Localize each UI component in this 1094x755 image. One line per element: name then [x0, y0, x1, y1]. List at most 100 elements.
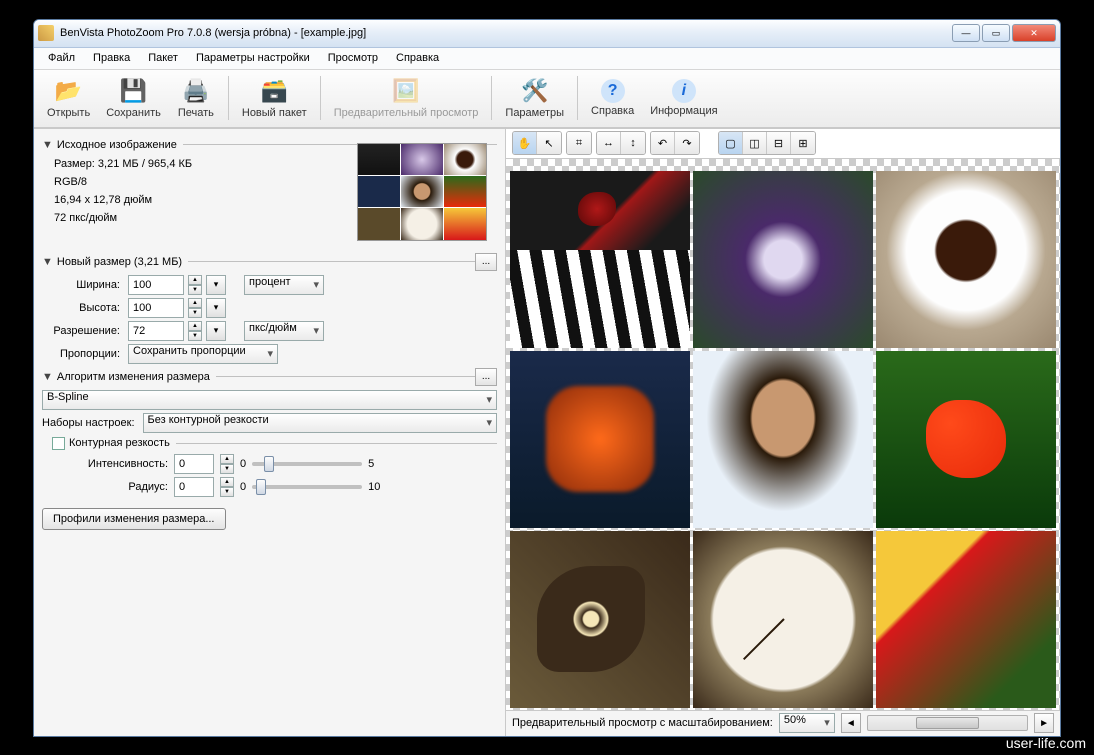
split-v-icon: ⊟ — [774, 137, 783, 150]
new-batch-button[interactable]: 🗃️ Новый пакет — [235, 72, 314, 124]
contour-label: Контурная резкость — [69, 437, 170, 449]
height-spinner[interactable]: ▲▼ — [188, 298, 202, 318]
intensity-spinner[interactable]: ▲▼ — [220, 454, 234, 474]
horizontal-scrollbar[interactable] — [867, 715, 1028, 731]
newsize-section-header[interactable]: ▼ Новый размер (3,21 МБ) ... — [42, 253, 497, 271]
radius-input[interactable] — [174, 477, 214, 497]
info-button[interactable]: i Информация — [643, 72, 724, 124]
radius-spinner[interactable]: ▲▼ — [220, 477, 234, 497]
batch-icon: 🗃️ — [260, 77, 288, 105]
contour-checkbox[interactable] — [52, 437, 65, 450]
rotate-ccw-button[interactable]: ↶ — [651, 132, 675, 154]
height-dropdown-button[interactable]: ▾ — [206, 298, 226, 318]
app-icon — [38, 25, 54, 41]
scroll-right-button[interactable]: ► — [1034, 713, 1054, 733]
content: ▼ Исходное изображение Размер: 3,21 МБ /… — [34, 128, 1060, 736]
unit-combo[interactable]: процент — [244, 275, 324, 295]
zoom-label: Предварительный просмотр с масштабирован… — [512, 717, 773, 729]
newsize-label: Новый размер (3,21 МБ) — [57, 256, 182, 268]
flip-h-icon: ↔ — [603, 137, 614, 149]
resolution-dropdown-button[interactable]: ▾ — [206, 321, 226, 341]
pointer-icon: ↖ — [544, 137, 553, 150]
menu-help[interactable]: Справка — [388, 50, 447, 66]
preview-image — [510, 171, 1056, 708]
algo-section-header[interactable]: ▼ Алгоритм изменения размера ... — [42, 368, 497, 386]
rotate-cw-button[interactable]: ↷ — [675, 132, 699, 154]
window-title: BenVista PhotoZoom Pro 7.0.8 (wersja pró… — [60, 27, 952, 39]
zoom-combo[interactable]: 50% — [779, 713, 835, 733]
right-panel: ✋ ↖ ⌗ ↔ ↕ ↶ ↷ ▢ ◫ ⊟ — [506, 129, 1060, 736]
watermark: user-life.com — [1006, 735, 1086, 751]
info-icon: i — [672, 79, 696, 103]
titlebar[interactable]: BenVista PhotoZoom Pro 7.0.8 (wersja pró… — [34, 20, 1060, 48]
resolution-spinner[interactable]: ▲▼ — [188, 321, 202, 341]
flip-v-icon: ↕ — [630, 137, 636, 149]
radius-label: Радиус: — [42, 481, 168, 493]
preview-cell — [693, 351, 873, 528]
algo-label: Алгоритм изменения размера — [57, 371, 210, 383]
menu-batch[interactable]: Пакет — [140, 50, 186, 66]
hand-tool[interactable]: ✋ — [513, 132, 537, 154]
resize-profiles-button[interactable]: Профили изменения размера... — [42, 508, 226, 530]
preview-area[interactable] — [506, 159, 1060, 710]
width-dropdown-button[interactable]: ▾ — [206, 275, 226, 295]
menubar: Файл Правка Пакет Параметры настройки Пр… — [34, 48, 1060, 70]
params-button[interactable]: 🛠️ Параметры — [498, 72, 571, 124]
save-button[interactable]: 💾 Сохранить — [99, 72, 168, 124]
source-thumbnail[interactable] — [357, 143, 487, 241]
intensity-input[interactable] — [174, 454, 214, 474]
toolbar-sep — [320, 76, 321, 120]
contour-section: Контурная резкость — [52, 437, 497, 450]
radius-slider[interactable] — [252, 485, 362, 489]
rotate-ccw-icon: ↶ — [658, 137, 667, 150]
menu-settings[interactable]: Параметры настройки — [188, 50, 318, 66]
intensity-min: 0 — [240, 458, 246, 470]
print-button[interactable]: 🖨️ Печать — [170, 72, 222, 124]
menu-view[interactable]: Просмотр — [320, 50, 386, 66]
presets-label: Наборы настроек: — [42, 417, 135, 429]
toolbar-sep — [491, 76, 492, 120]
close-button[interactable]: ✕ — [1012, 24, 1056, 42]
height-input[interactable] — [128, 298, 184, 318]
flip-v-button[interactable]: ↕ — [621, 132, 645, 154]
open-button[interactable]: 📂 Открыть — [40, 72, 97, 124]
proportions-combo[interactable]: Сохранить пропорции — [128, 344, 278, 364]
newsize-options-button[interactable]: ... — [475, 253, 497, 271]
view-split-h-button[interactable]: ◫ — [743, 132, 767, 154]
scroll-left-button[interactable]: ◄ — [841, 713, 861, 733]
view-single-button[interactable]: ▢ — [719, 132, 743, 154]
maximize-button[interactable]: ▭ — [982, 24, 1010, 42]
algorithm-combo[interactable]: B-Spline — [42, 390, 497, 410]
collapse-icon: ▼ — [42, 371, 53, 383]
view-split-v-button[interactable]: ⊟ — [767, 132, 791, 154]
minimize-button[interactable]: — — [952, 24, 980, 42]
algo-options-button[interactable]: ... — [475, 368, 497, 386]
help-icon: ? — [601, 79, 625, 103]
resolution-unit-combo[interactable]: пкс/дюйм — [244, 321, 324, 341]
intensity-label: Интенсивность: — [42, 458, 168, 470]
printer-icon: 🖨️ — [182, 77, 210, 105]
left-panel: ▼ Исходное изображение Размер: 3,21 МБ /… — [34, 129, 506, 736]
width-input[interactable] — [128, 275, 184, 295]
intensity-slider[interactable] — [252, 462, 362, 466]
width-spinner[interactable]: ▲▼ — [188, 275, 202, 295]
floppy-icon: 💾 — [120, 77, 148, 105]
view-split-both-button[interactable]: ⊞ — [791, 132, 815, 154]
flip-h-button[interactable]: ↔ — [597, 132, 621, 154]
help-button[interactable]: ? Справка — [584, 72, 641, 124]
preview-cell — [510, 531, 690, 708]
app-window: BenVista PhotoZoom Pro 7.0.8 (wersja pró… — [33, 19, 1061, 737]
preview-button[interactable]: 🖼️ Предварительный просмотр — [327, 72, 486, 124]
menu-file[interactable]: Файл — [40, 50, 83, 66]
presets-combo[interactable]: Без контурной резкости — [143, 413, 497, 433]
resolution-input[interactable] — [128, 321, 184, 341]
toolbar-sep — [577, 76, 578, 120]
preview-toolbar: ✋ ↖ ⌗ ↔ ↕ ↶ ↷ ▢ ◫ ⊟ — [506, 129, 1060, 159]
preview-cell — [693, 531, 873, 708]
crop-tool[interactable]: ⌗ — [567, 132, 591, 154]
height-label: Высота: — [42, 302, 124, 314]
menu-edit[interactable]: Правка — [85, 50, 138, 66]
preview-cell — [693, 171, 873, 348]
preview-cell — [510, 351, 690, 528]
pointer-tool[interactable]: ↖ — [537, 132, 561, 154]
